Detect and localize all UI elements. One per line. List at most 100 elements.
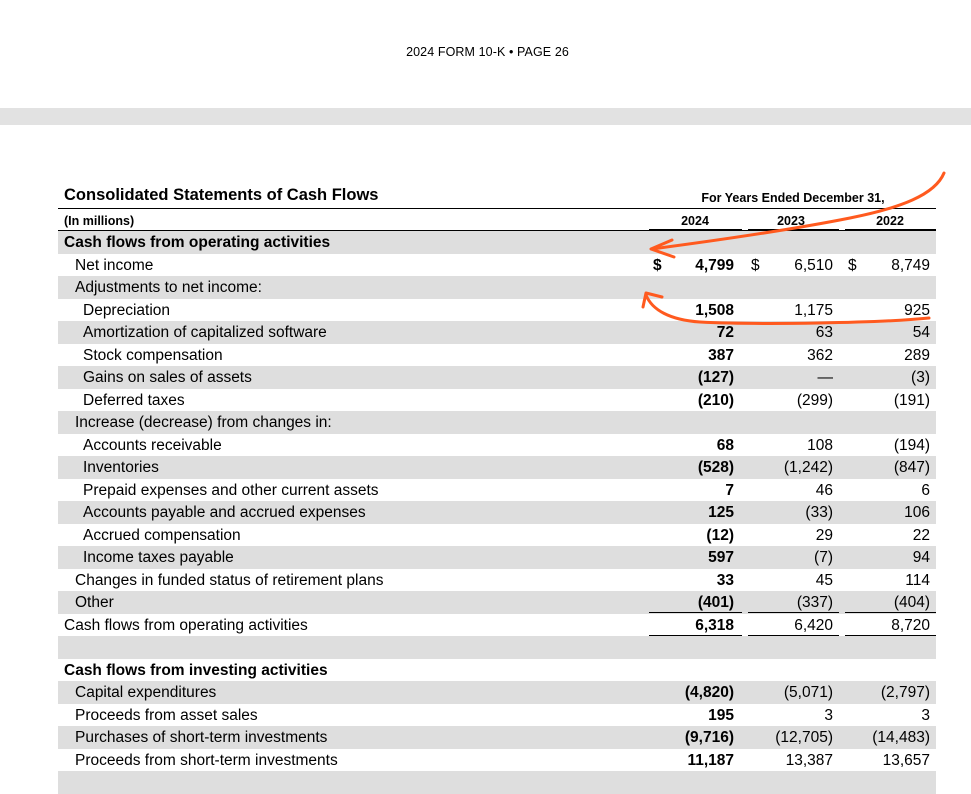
value-2024: (12) [706,526,734,544]
row-label: Adjustments to net income: [75,279,262,296]
year-header-2023: 2023 [777,214,805,228]
table-row: Capital expenditures (4,820) (5,071) (2,797… [58,681,936,704]
row-label: Cash flows from investing activities [64,661,328,679]
table-row: Proceeds from asset sales 195 3 3 [58,704,936,727]
table-row: Other (401) (337) (404) [58,591,936,614]
value-2022: (191) [893,391,930,409]
table-row: Prepaid expenses and other current asset… [58,479,936,502]
value-2024: 597 [708,549,734,566]
table-row: Accounts receivable 68 108 (194) [58,434,936,457]
row-label: Depreciation [83,301,171,319]
table-row: Changes in funded status of retirement p… [58,569,936,592]
row-label: Gains on sales of assets [83,369,252,386]
table-row: Inventories (528) (1,242) (847) [58,456,936,479]
row-label: Cash flows from operating activities [64,616,308,634]
value-2022: 54 [912,324,930,341]
year-header-2022: 2022 [876,214,904,228]
row-label: Capital expenditures [75,684,217,701]
value-2023: 29 [815,526,833,544]
value-2022: (14,483) [872,729,930,746]
row-label: Accrued compensation [83,526,241,544]
title-rule [58,208,936,209]
value-2022: 114 [905,571,930,589]
units-label: (In millions) [64,214,135,228]
value-2023: 1,175 [794,301,833,319]
page-header: 2024 FORM 10-K • PAGE 26 [406,45,569,59]
value-2024: 68 [716,436,734,454]
table-row [58,771,936,794]
value-2024: 195 [708,706,734,724]
table-row: Purchases of short-term investments (9,71… [58,726,936,749]
table-row: Cash flows from investing activities [58,659,936,682]
value-2022: 106 [904,504,930,521]
table-row: Net income $ $ $4,799 6,510 8,749 [58,254,936,277]
value-2024: 7 [725,481,734,499]
row-label: Inventories [83,459,159,476]
value-2024: (127) [697,369,734,386]
value-2023: 6,510 [794,256,833,274]
row-label: Income taxes payable [83,549,234,566]
value-2024: (4,820) [684,684,734,701]
value-2022: 3 [921,706,930,724]
row-label: Prepaid expenses and other current asset… [83,481,379,499]
table-row: Depreciation 1,508 1,175 925 [58,299,936,322]
value-2023: 46 [815,481,833,499]
page-separator [0,108,971,125]
dollar-sign-2023: $ [751,256,760,274]
value-2022: 289 [904,346,930,364]
value-2023: 108 [807,436,833,454]
value-2022: (3) [911,369,930,386]
value-2023: 63 [815,324,833,341]
value-2023: 362 [807,346,833,364]
row-label: Amortization of capitalized software [83,324,327,341]
table-row: Proceeds from short-term investments 11,1… [58,749,936,772]
value-2023: (299) [796,391,833,409]
row-label: Purchases of short-term investments [75,729,328,746]
row-label: Other [75,594,114,611]
value-2022: (404) [893,594,930,611]
value-2022: 13,657 [882,751,930,769]
statement-title: Consolidated Statements of Cash Flows [64,186,379,204]
row-label: Changes in funded status of retirement p… [75,571,384,589]
period-header: For Years Ended December 31, [701,191,885,205]
value-2023: (33) [805,504,833,521]
value-2024: (528) [697,459,734,476]
value-2024: (9,716) [684,729,734,746]
row-label: Proceeds from short-term investments [75,751,338,769]
row-label: Stock compensation [83,346,223,364]
value-2022: 8,749 [891,256,930,274]
year-header-2024: 2024 [681,214,709,228]
value-2022: 8,720 [891,616,930,634]
row-label: Net income [75,256,154,274]
value-2024: (401) [697,594,734,611]
value-2023: 3 [824,706,833,724]
value-2022: 94 [912,549,930,566]
row-label: Proceeds from asset sales [75,706,258,724]
table-row: Increase (decrease) from changes in: [58,411,936,434]
value-2023: (1,242) [783,459,833,476]
table-row: Adjustments to net income: [58,276,936,299]
table-row [58,636,936,659]
value-2023: 13,387 [785,751,833,769]
value-2024: 11,187 [687,751,734,769]
row-label: Increase (decrease) from changes in: [75,414,332,431]
dollar-sign-2022: $ [848,256,857,274]
value-2022: 6 [921,481,930,499]
value-2024: 125 [708,504,734,521]
value-2024: 1,508 [695,301,734,319]
value-2023: 45 [815,571,833,589]
value-2024: 33 [716,571,734,589]
value-2023: (7) [814,549,833,566]
value-2023: (5,071) [783,684,833,701]
row-label: Cash flows from operating activities [64,234,331,251]
value-2022: 925 [904,301,930,319]
value-2023: 6,420 [794,616,833,634]
table-row: Cash flows from operating activities 6,31… [58,614,936,638]
table-row: Stock compensation 387 362 289 [58,344,936,367]
row-label: Accounts receivable [83,436,222,454]
table-row: Income taxes payable 597 (7) 94 [58,546,936,569]
table-row: Accounts payable and accrued expenses 125… [58,501,936,524]
value-2023: (12,705) [775,729,833,746]
cash-flow-table: Cash flows from operating activities Net … [58,231,936,794]
row-label: Accounts payable and accrued expenses [83,504,366,521]
